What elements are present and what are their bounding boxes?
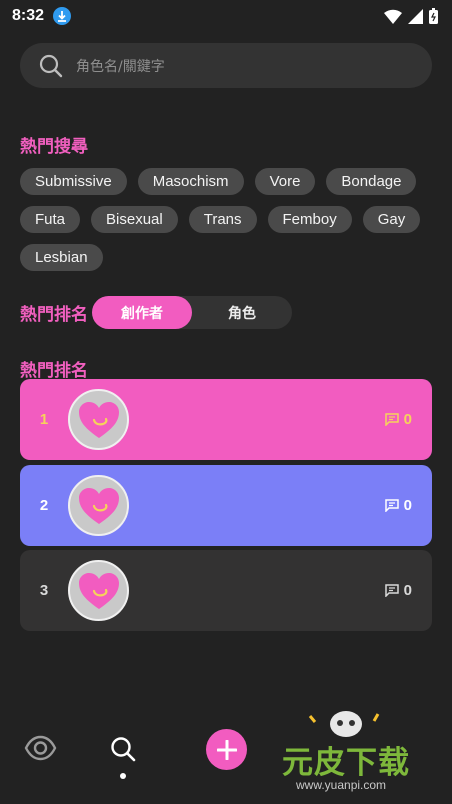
toggle-characters[interactable]: 角色	[192, 296, 292, 329]
active-indicator	[120, 773, 126, 779]
ranking-toggle: 創作者 角色	[92, 296, 292, 329]
avatar	[68, 560, 129, 621]
tag-chip[interactable]: Submissive	[20, 168, 127, 195]
heart-avatar-icon	[78, 487, 119, 524]
ranking-toggle-title: 熱門排名	[20, 305, 88, 325]
comment-count: 0	[384, 582, 412, 599]
nav-search[interactable]	[110, 736, 136, 762]
battery-icon	[429, 8, 438, 24]
avatar	[68, 475, 129, 536]
status-bar: 8:32	[0, 0, 452, 32]
comment-count: 0	[384, 411, 412, 428]
comment-icon	[384, 584, 399, 597]
wifi-icon	[384, 9, 402, 24]
comment-count-value: 0	[403, 411, 412, 428]
hot-search-title: 熱門搜尋	[20, 137, 88, 157]
nav-add-button[interactable]	[206, 729, 247, 770]
avatar	[68, 389, 129, 450]
status-time: 8:32	[12, 7, 45, 24]
tag-chip[interactable]: Gay	[362, 206, 421, 233]
tag-chip[interactable]: Trans	[188, 206, 257, 233]
signal-icon	[408, 8, 423, 24]
ranking-card[interactable]: 1 0	[20, 379, 432, 460]
ranking-card[interactable]: 3 0	[20, 550, 432, 631]
ranking-toggle-row: 熱門排名 創作者 角色	[20, 296, 292, 329]
heart-avatar-icon	[78, 572, 119, 609]
tag-chip[interactable]: Femboy	[267, 206, 352, 233]
rank-number: 3	[39, 582, 49, 599]
comment-icon	[384, 413, 399, 426]
search-icon	[39, 54, 63, 77]
tag-chip[interactable]: Futa	[20, 206, 81, 233]
search-bar[interactable]: 角色名/關鍵字	[20, 43, 432, 88]
toggle-creators[interactable]: 創作者	[92, 296, 192, 329]
tag-chip[interactable]: Bondage	[326, 168, 417, 195]
add-icon	[216, 739, 237, 760]
eye-icon	[24, 735, 57, 761]
search-icon	[111, 737, 136, 762]
search-input[interactable]: 角色名/關鍵字	[76, 56, 165, 76]
tag-chip[interactable]: Masochism	[137, 168, 244, 195]
download-icon	[53, 7, 72, 25]
comment-icon	[384, 499, 399, 512]
ranking-card[interactable]: 2 0	[20, 465, 432, 546]
watermark-url: www.yuanpi.com	[296, 778, 387, 792]
heart-avatar-icon	[78, 401, 119, 438]
nav-discover[interactable]	[24, 735, 57, 761]
comment-count: 0	[384, 497, 412, 514]
tag-chip[interactable]: Lesbian	[20, 244, 103, 271]
watermark-text: 元皮下载	[282, 745, 410, 781]
tag-chip[interactable]: Vore	[254, 168, 316, 195]
tag-chip[interactable]: Bisexual	[91, 206, 178, 233]
comment-count-value: 0	[403, 497, 412, 514]
rank-number: 1	[39, 411, 49, 428]
comment-count-value: 0	[403, 582, 412, 599]
ranking-list-title: 熱門排名	[20, 361, 88, 381]
rank-number: 2	[39, 497, 49, 514]
hot-search-tags: Submissive Masochism Vore Bondage Futa B…	[20, 168, 432, 271]
